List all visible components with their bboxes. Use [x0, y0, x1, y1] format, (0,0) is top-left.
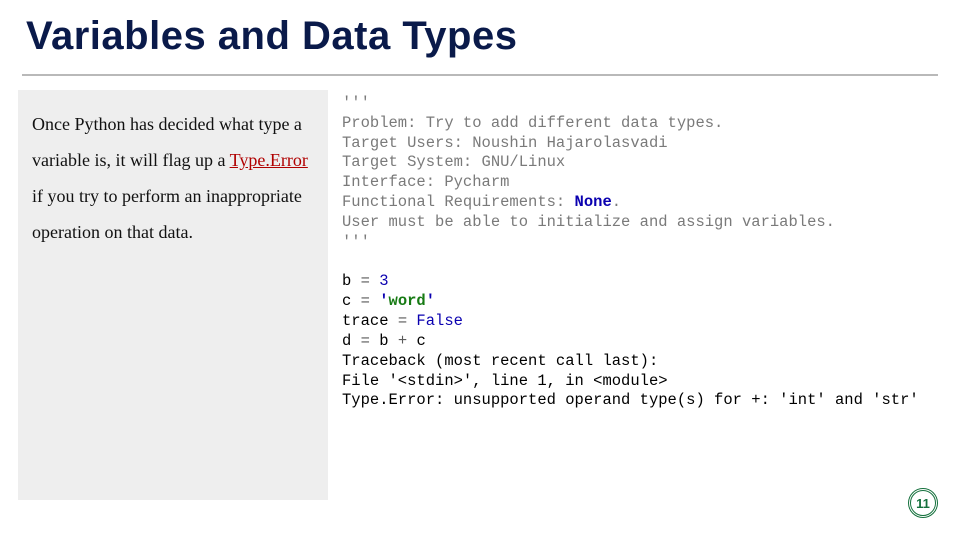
traceback-line: Traceback (most recent call last): — [342, 352, 658, 370]
code-eq3: = — [398, 312, 417, 330]
code-eq2: = — [361, 292, 380, 310]
doc-line-system: Target System: GNU/Linux — [342, 153, 565, 171]
code-block: ''' Problem: Try to add different data t… — [342, 94, 936, 411]
doc-line-users: Target Users: Noushin Hajarolasvadi — [342, 134, 668, 152]
typeerror-line: Type.Error: unsupported operand type(s) … — [342, 391, 919, 409]
slide-title: Variables and Data Types — [0, 0, 960, 65]
slide: Variables and Data Types Once Python has… — [0, 0, 960, 540]
doc-line-req-dot: . — [612, 193, 621, 211]
code-panel: ''' Problem: Try to add different data t… — [328, 90, 942, 520]
file-line: File '<stdin>', line 1, in <module> — [342, 372, 668, 390]
code-3: 3 — [379, 272, 388, 290]
title-divider — [22, 74, 938, 76]
code-quote-open: ' — [379, 292, 388, 310]
code-quote-close: ' — [426, 292, 435, 310]
prose-post: if you try to perform an inappropriate o… — [32, 186, 302, 242]
code-plus: + — [398, 332, 417, 350]
explanation-panel: Once Python has decided what type a vari… — [18, 90, 328, 500]
page-number: 11 — [916, 496, 930, 511]
code-false: False — [416, 312, 463, 330]
doc-line-req-none: None — [575, 193, 612, 211]
page-number-badge: 11 — [908, 488, 938, 518]
content-columns: Once Python has decided what type a vari… — [18, 90, 942, 520]
code-b: b — [342, 272, 361, 290]
code-b2: b — [379, 332, 398, 350]
code-word: word — [389, 292, 426, 310]
doc-line-interface: Interface: Pycharm — [342, 173, 509, 191]
code-c2: c — [416, 332, 425, 350]
doc-line-must: User must be able to initialize and assi… — [342, 213, 835, 231]
doc-line-problem: Problem: Try to add different data types… — [342, 114, 723, 132]
docstring-close: ''' — [342, 233, 370, 251]
code-eq1: = — [361, 272, 380, 290]
code-c: c — [342, 292, 361, 310]
doc-line-req-label: Functional Requirements: — [342, 193, 575, 211]
code-eq4: = — [361, 332, 380, 350]
docstring-open: ''' — [342, 94, 370, 112]
code-d: d — [342, 332, 361, 350]
code-trace: trace — [342, 312, 398, 330]
type-error-term: Type.Error — [230, 150, 308, 170]
